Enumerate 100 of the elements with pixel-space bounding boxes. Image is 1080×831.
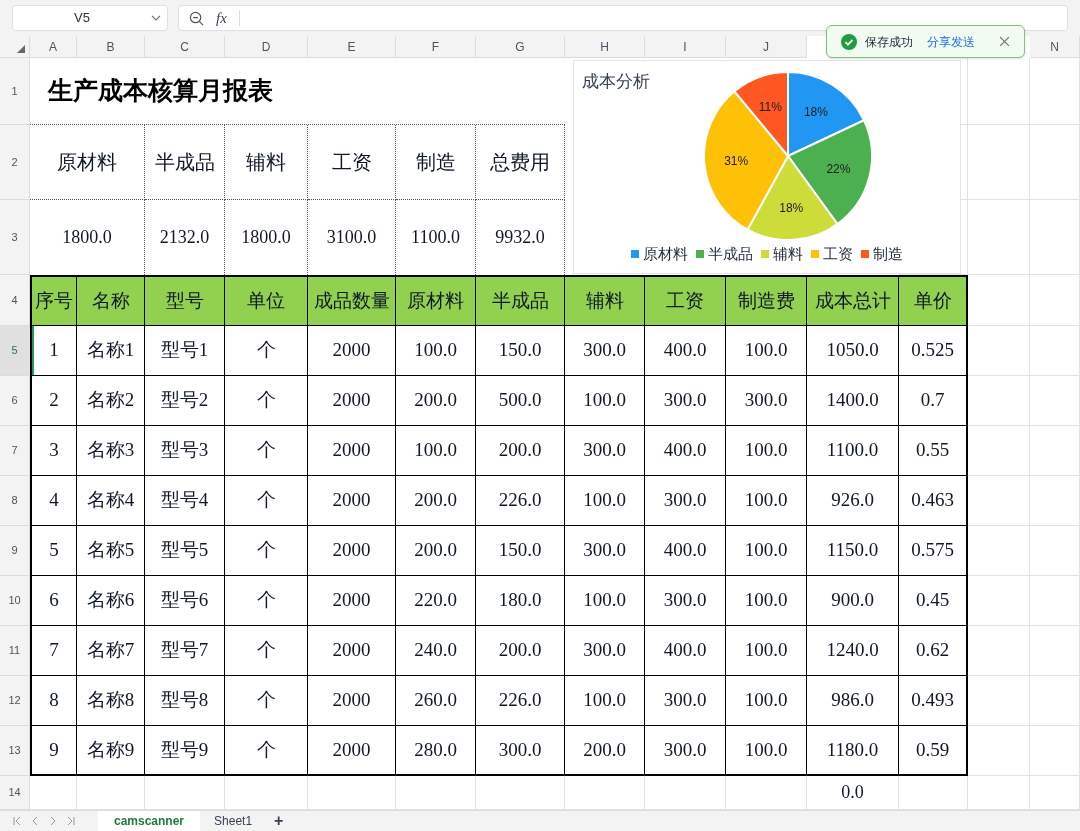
table-cell: 300.0 [565,526,645,576]
table-cell: 100.0 [726,626,807,676]
table-cell: 400.0 [645,626,726,676]
column-header-cell: 成本总计 [807,275,899,326]
table-cell: 3 [30,426,77,476]
row-header[interactable]: 4 [0,275,30,326]
name-box[interactable]: V5 [12,5,168,31]
table-cell: 型号3 [145,426,225,476]
legend-swatch [696,250,704,259]
cell-reference: V5 [73,9,91,28]
table-cell: 6 [30,576,77,626]
legend-label: 半成品 [708,244,753,264]
table-cell: 100.0 [565,476,645,526]
column-header[interactable]: D [225,36,308,58]
table-cell: 型号9 [145,726,225,776]
table-cell: 2 [30,376,77,426]
row-header[interactable]: 5 [0,326,30,376]
column-header[interactable]: B [77,36,145,58]
row-header[interactable]: 6 [0,376,30,426]
table-cell: 100.0 [396,326,476,376]
table-cell: 2000 [308,526,396,576]
table-cell: 100.0 [565,576,645,626]
formula-bar[interactable]: fx [178,5,1068,31]
empty-cell [1030,526,1080,576]
table-cell: 100.0 [726,526,807,576]
data-label: 11% [758,100,782,114]
table-cell: 300.0 [645,476,726,526]
column-header[interactable]: G [476,36,565,58]
column-header-cell: 名称 [77,275,145,326]
table-cell: 220.0 [396,576,476,626]
table-cell: 100.0 [726,426,807,476]
table-cell: 个 [225,526,308,576]
table-cell: 个 [225,426,308,476]
row-header[interactable]: 10 [0,576,30,626]
empty-cell [1030,576,1080,626]
legend-label: 工资 [823,244,853,264]
toast-message: 保存成功 [865,33,913,51]
column-header[interactable]: J [726,36,807,58]
last-sheet-icon[interactable] [66,816,76,826]
sheet-tab[interactable]: camscanner [98,811,201,831]
row-header[interactable]: 7 [0,426,30,476]
table-cell: 5 [30,526,77,576]
table-cell: 2000 [308,626,396,676]
table-cell: 300.0 [645,726,726,776]
data-label: 22% [826,161,851,176]
table-cell: 名称1 [77,326,145,376]
close-icon[interactable] [999,36,1010,47]
row-header[interactable]: 8 [0,476,30,526]
next-sheet-icon[interactable] [48,816,58,826]
table-cell: 0.7 [899,376,968,426]
table-cell: 2000 [308,376,396,426]
sheet-title: 生产成本核算月报表 [30,58,565,125]
table-cell: 300.0 [645,676,726,726]
table-cell: 9 [30,726,77,776]
column-header[interactable]: I [645,36,726,58]
zoom-icon[interactable] [189,10,204,26]
table-cell: 200.0 [396,476,476,526]
table-cell: 100.0 [726,476,807,526]
column-header-cell: 单位 [225,275,308,326]
row-header[interactable]: 11 [0,626,30,676]
column-header[interactable]: C [145,36,225,58]
table-cell: 0.575 [899,526,968,576]
row-header[interactable]: 2 [0,125,30,200]
sheet-tab[interactable]: Sheet1 [200,811,267,831]
table-cell: 1240.0 [807,626,899,676]
row-header[interactable]: 12 [0,676,30,726]
table-cell: 226.0 [476,676,565,726]
table-cell: 个 [225,626,308,676]
legend-swatch [761,250,769,259]
row-header[interactable]: 14 [0,776,30,810]
column-header-cell: 半成品 [476,275,565,326]
table-cell: 1180.0 [807,726,899,776]
table-cell: 300.0 [476,726,565,776]
column-header[interactable]: N [1030,36,1080,58]
table-cell: 400.0 [645,526,726,576]
table-cell: 名称2 [77,376,145,426]
table-cell: 926.0 [807,476,899,526]
row-header[interactable]: 9 [0,526,30,576]
select-all-icon[interactable] [17,45,25,53]
column-header[interactable]: E [308,36,396,58]
function-button[interactable]: fx [216,6,227,30]
add-sheet-button[interactable]: + [274,813,284,829]
chart-title: 成本分析 [582,71,650,93]
table-cell: 1050.0 [807,326,899,376]
column-header[interactable]: H [565,36,645,58]
empty-cell [1030,426,1080,476]
table-cell: 260.0 [396,676,476,726]
row-header[interactable]: 3 [0,200,30,275]
table-cell: 100.0 [726,676,807,726]
table-cell: 100.0 [726,326,807,376]
table-cell: 100.0 [726,576,807,626]
table-cell: 名称3 [77,426,145,476]
share-link[interactable]: 分享发送 [927,32,975,51]
column-header[interactable]: F [396,36,476,58]
row-header[interactable]: 1 [0,58,30,125]
table-cell: 1 [30,326,77,376]
row-header[interactable]: 13 [0,726,30,776]
previous-sheet-icon[interactable] [30,816,40,826]
column-header[interactable]: A [30,36,77,58]
first-sheet-icon[interactable] [12,816,22,826]
